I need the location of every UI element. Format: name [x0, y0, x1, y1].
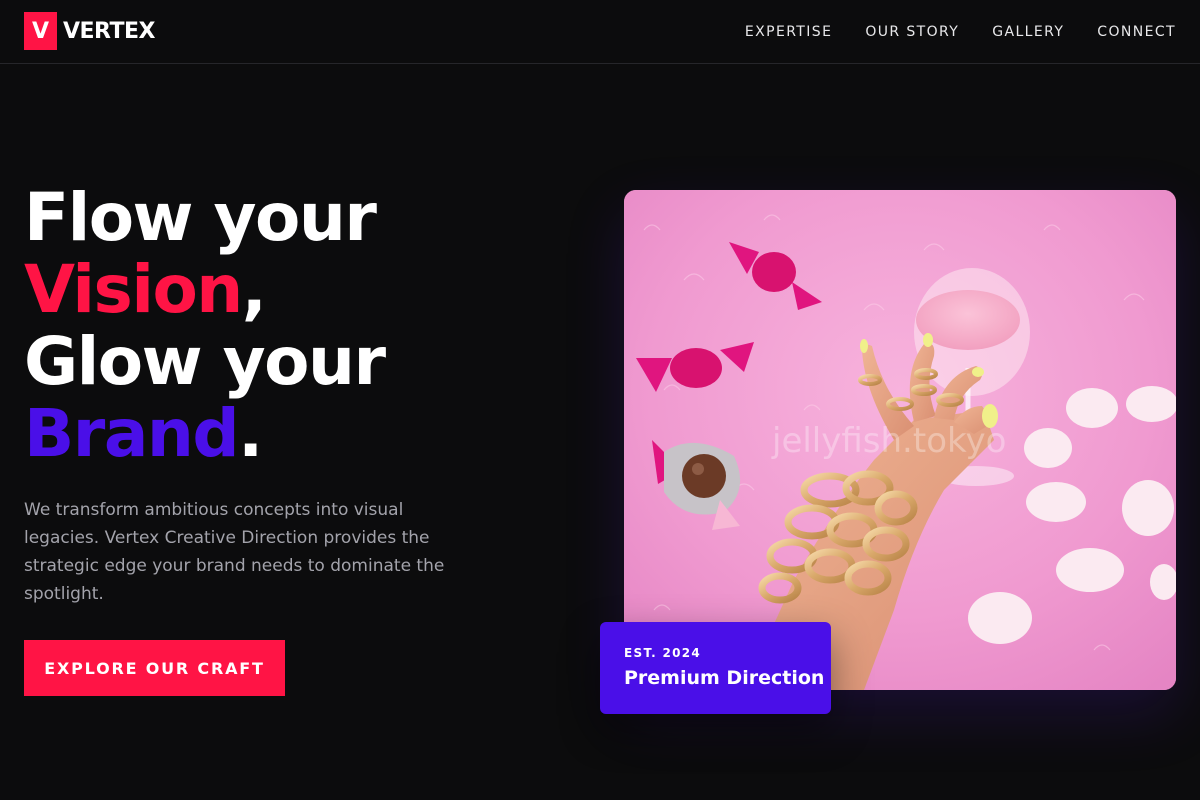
- headline-accent-brand: Brand: [24, 395, 240, 472]
- premium-direction-badge: EST. 2024 Premium Direction: [600, 622, 831, 714]
- hero-headline: Flow your Vision, Glow your Brand.: [24, 182, 544, 470]
- badge-title: Premium Direction: [624, 667, 825, 689]
- main-nav: EXPERTISE OUR STORY GALLERY CONNECT: [745, 22, 1176, 42]
- nav-link-connect[interactable]: CONNECT: [1097, 22, 1176, 42]
- headline-accent-vision: Vision: [24, 251, 243, 328]
- nav-link-gallery[interactable]: GALLERY: [992, 22, 1064, 42]
- headline-line-4: Brand.: [24, 398, 544, 470]
- logo-wordmark: VERTEX: [63, 18, 156, 44]
- brand-logo[interactable]: V VERTEX: [24, 12, 156, 50]
- hero-photo: jellyfish.tokyo: [624, 190, 1176, 690]
- headline-line-2: Vision,: [24, 254, 544, 326]
- explore-craft-button[interactable]: EXPLORE OUR CRAFT: [24, 640, 285, 696]
- headline-line-3: Glow your: [24, 323, 386, 400]
- image-watermark: jellyfish.tokyo: [771, 421, 1006, 461]
- headline-period: .: [238, 395, 263, 472]
- headline-comma: ,: [241, 251, 267, 328]
- hero-description: We transform ambitious concepts into vis…: [24, 500, 445, 604]
- site-header: V VERTEX EXPERTISE OUR STORY GALLERY CON…: [0, 0, 1200, 64]
- badge-established: EST. 2024: [624, 646, 702, 660]
- logo-mark: V: [24, 12, 57, 50]
- headline-line-1: Flow your: [24, 179, 377, 256]
- nav-link-expertise[interactable]: EXPERTISE: [745, 22, 832, 42]
- nav-link-our-story[interactable]: OUR STORY: [865, 22, 959, 42]
